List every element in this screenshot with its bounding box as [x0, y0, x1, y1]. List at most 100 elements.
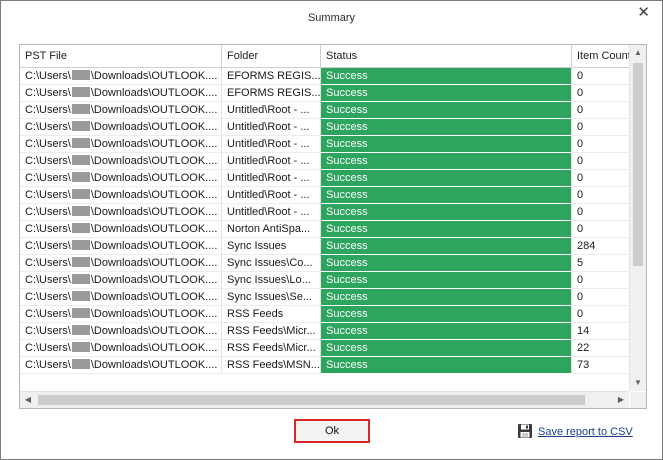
- pst-path-prefix: C:\Users\: [25, 172, 71, 184]
- table-row[interactable]: C:\Users\ \Downloads\OUTLOOK.... Untitled\…: [20, 153, 629, 170]
- table-row[interactable]: C:\Users\ \Downloads\OUTLOOK.... EFORMS RE…: [20, 68, 629, 85]
- pst-path-prefix: C:\Users\: [25, 121, 71, 133]
- cell-folder: RSS Feeds\Micr...: [222, 340, 321, 357]
- cell-pst-file: C:\Users\ \Downloads\OUTLOOK....: [20, 272, 222, 289]
- close-icon[interactable]: ✕: [637, 5, 650, 20]
- cell-status: Success: [321, 68, 572, 85]
- cell-status: Success: [321, 289, 572, 306]
- cell-folder: Untitled\Root - ...: [222, 136, 321, 153]
- table-row[interactable]: C:\Users\ \Downloads\OUTLOOK.... Untitled\…: [20, 204, 629, 221]
- redacted-username: [71, 291, 90, 301]
- cell-item-count: 0: [572, 221, 629, 238]
- table-row[interactable]: C:\Users\ \Downloads\OUTLOOK.... Norton An…: [20, 221, 629, 238]
- table-row[interactable]: C:\Users\ \Downloads\OUTLOOK.... EFORMS RE…: [20, 85, 629, 102]
- table-row[interactable]: C:\Users\ \Downloads\OUTLOOK.... Untitled\…: [20, 136, 629, 153]
- cell-folder: Sync Issues\Co...: [222, 255, 321, 272]
- grid-rows: C:\Users\ \Downloads\OUTLOOK.... EFORMS RE…: [20, 68, 629, 374]
- cell-status: Success: [321, 102, 572, 119]
- cell-folder: Untitled\Root - ...: [222, 204, 321, 221]
- pst-path-prefix: C:\Users\: [25, 342, 71, 354]
- cell-pst-file: C:\Users\ \Downloads\OUTLOOK....: [20, 204, 222, 221]
- cell-status: Success: [321, 221, 572, 238]
- vertical-scroll-thumb[interactable]: [633, 63, 643, 266]
- cell-pst-file: C:\Users\ \Downloads\OUTLOOK....: [20, 340, 222, 357]
- cell-item-count: 0: [572, 85, 629, 102]
- table-row[interactable]: C:\Users\ \Downloads\OUTLOOK.... Untitled\…: [20, 119, 629, 136]
- scroll-right-arrow-icon[interactable]: ▶: [613, 392, 629, 408]
- cell-pst-file: C:\Users\ \Downloads\OUTLOOK....: [20, 102, 222, 119]
- table-row[interactable]: C:\Users\ \Downloads\OUTLOOK.... RSS Feeds…: [20, 340, 629, 357]
- redacted-username: [71, 206, 90, 216]
- scroll-up-arrow-icon[interactable]: ▲: [630, 45, 646, 61]
- cell-item-count: 0: [572, 119, 629, 136]
- pst-path-suffix: \Downloads\OUTLOOK....: [90, 138, 218, 150]
- column-header-item-count[interactable]: Item Count: [572, 45, 629, 67]
- cell-folder: Sync Issues\Lo...: [222, 272, 321, 289]
- pst-path-prefix: C:\Users\: [25, 70, 71, 82]
- column-header-folder[interactable]: Folder: [222, 45, 321, 67]
- ok-button[interactable]: Ok: [294, 419, 370, 443]
- table-row[interactable]: C:\Users\ \Downloads\OUTLOOK.... Sync Issu…: [20, 238, 629, 255]
- cell-pst-file: C:\Users\ \Downloads\OUTLOOK....: [20, 136, 222, 153]
- table-row[interactable]: C:\Users\ \Downloads\OUTLOOK.... Untitled\…: [20, 187, 629, 204]
- cell-pst-file: C:\Users\ \Downloads\OUTLOOK....: [20, 68, 222, 85]
- table-row[interactable]: C:\Users\ \Downloads\OUTLOOK.... Sync Issu…: [20, 255, 629, 272]
- table-row[interactable]: C:\Users\ \Downloads\OUTLOOK.... RSS Feeds…: [20, 323, 629, 340]
- cell-item-count: 0: [572, 204, 629, 221]
- cell-folder: Sync Issues\Se...: [222, 289, 321, 306]
- redacted-username: [71, 308, 90, 318]
- cell-folder: Untitled\Root - ...: [222, 170, 321, 187]
- pst-path-suffix: \Downloads\OUTLOOK....: [90, 155, 218, 167]
- cell-pst-file: C:\Users\ \Downloads\OUTLOOK....: [20, 238, 222, 255]
- pst-path-suffix: \Downloads\OUTLOOK....: [90, 121, 218, 133]
- save-report-link[interactable]: Save report to CSV: [517, 423, 633, 439]
- vertical-scrollbar[interactable]: ▲ ▼: [629, 45, 646, 391]
- cell-pst-file: C:\Users\ \Downloads\OUTLOOK....: [20, 289, 222, 306]
- cell-status: Success: [321, 153, 572, 170]
- table-row[interactable]: C:\Users\ \Downloads\OUTLOOK.... RSS Feeds…: [20, 306, 629, 323]
- redacted-username: [71, 223, 90, 233]
- scroll-down-arrow-icon[interactable]: ▼: [630, 375, 646, 391]
- cell-pst-file: C:\Users\ \Downloads\OUTLOOK....: [20, 306, 222, 323]
- cell-status: Success: [321, 187, 572, 204]
- scroll-left-arrow-icon[interactable]: ◀: [20, 392, 36, 408]
- cell-item-count: 0: [572, 170, 629, 187]
- cell-folder: Norton AntiSpa...: [222, 221, 321, 238]
- cell-status: Success: [321, 340, 572, 357]
- table-row[interactable]: C:\Users\ \Downloads\OUTLOOK.... Untitled\…: [20, 170, 629, 187]
- cell-pst-file: C:\Users\ \Downloads\OUTLOOK....: [20, 221, 222, 238]
- cell-item-count: 0: [572, 68, 629, 85]
- pst-path-prefix: C:\Users\: [25, 189, 71, 201]
- redacted-username: [71, 257, 90, 267]
- redacted-username: [71, 121, 90, 131]
- redacted-username: [71, 155, 90, 165]
- cell-item-count: 0: [572, 272, 629, 289]
- pst-path-prefix: C:\Users\: [25, 308, 71, 320]
- cell-folder: RSS Feeds\Micr...: [222, 323, 321, 340]
- pst-path-prefix: C:\Users\: [25, 240, 71, 252]
- pst-path-suffix: \Downloads\OUTLOOK....: [90, 189, 218, 201]
- cell-item-count: 14: [572, 323, 629, 340]
- summary-grid: PST File Folder Status Item Count C:\Use…: [19, 44, 647, 409]
- cell-folder: Untitled\Root - ...: [222, 102, 321, 119]
- redacted-username: [71, 172, 90, 182]
- pst-path-suffix: \Downloads\OUTLOOK....: [90, 257, 218, 269]
- cell-status: Success: [321, 255, 572, 272]
- cell-item-count: 5: [572, 255, 629, 272]
- pst-path-suffix: \Downloads\OUTLOOK....: [90, 291, 218, 303]
- table-row[interactable]: C:\Users\ \Downloads\OUTLOOK.... RSS Feeds…: [20, 357, 629, 374]
- horizontal-scroll-thumb[interactable]: [38, 395, 585, 405]
- pst-path-prefix: C:\Users\: [25, 291, 71, 303]
- cell-status: Success: [321, 238, 572, 255]
- scrollbar-corner: [630, 392, 646, 408]
- pst-path-prefix: C:\Users\: [25, 87, 71, 99]
- column-header-status[interactable]: Status: [321, 45, 572, 67]
- pst-path-prefix: C:\Users\: [25, 104, 71, 116]
- table-row[interactable]: C:\Users\ \Downloads\OUTLOOK.... Untitled\…: [20, 102, 629, 119]
- table-row[interactable]: C:\Users\ \Downloads\OUTLOOK.... Sync Issu…: [20, 289, 629, 306]
- cell-status: Success: [321, 323, 572, 340]
- column-header-pst-file[interactable]: PST File: [20, 45, 222, 67]
- horizontal-scrollbar[interactable]: ◀ ▶: [20, 391, 629, 408]
- cell-item-count: 284: [572, 238, 629, 255]
- table-row[interactable]: C:\Users\ \Downloads\OUTLOOK.... Sync Issu…: [20, 272, 629, 289]
